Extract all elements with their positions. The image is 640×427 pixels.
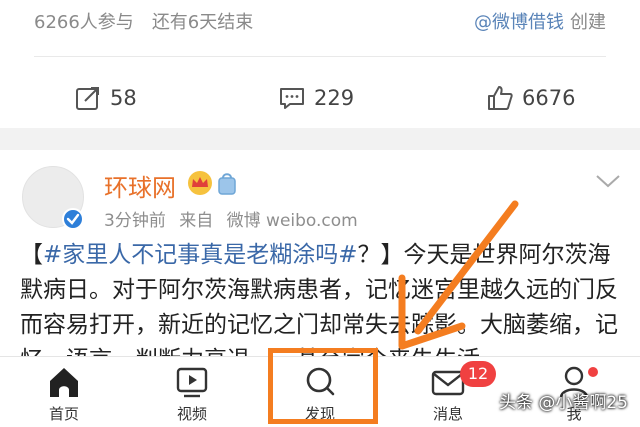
remaining-time: 还有6天结束 bbox=[151, 12, 254, 33]
action-bar: 58 229 6676 bbox=[0, 74, 640, 122]
annotation-arrow bbox=[398, 200, 519, 350]
source-prefix: 来自 bbox=[179, 211, 214, 231]
bag-icon bbox=[218, 173, 236, 195]
thumbs-up-icon bbox=[488, 86, 513, 110]
repost-button[interactable]: 58 bbox=[74, 84, 137, 112]
crown-icon bbox=[188, 171, 212, 195]
divider bbox=[34, 56, 606, 57]
creator-suffix: 创建 bbox=[570, 12, 606, 33]
participants-count: 6266人参与 bbox=[34, 12, 134, 33]
repost-count: 58 bbox=[110, 86, 137, 110]
tab-video-label: 视频 bbox=[176, 405, 207, 423]
video-icon bbox=[176, 367, 208, 398]
post-text[interactable]: 【#家里人不记事真是老糊涂吗#？】今天是世界阿尔茨海默病日。对于阿尔茨海默病患者… bbox=[20, 238, 624, 360]
verified-badge bbox=[62, 208, 84, 230]
post-meta: 3分钟前 来自 微博 weibo.com bbox=[104, 206, 366, 231]
post-time: 3分钟前 bbox=[104, 211, 166, 231]
tab-messages[interactable]: 12 消息 bbox=[408, 361, 496, 424]
chevron-down-icon[interactable] bbox=[594, 172, 622, 190]
check-icon bbox=[66, 213, 80, 225]
notification-dot bbox=[588, 367, 598, 377]
tab-home-label: 首页 bbox=[48, 405, 79, 423]
previous-post-card: 6266人参与 还有6天结束 @微博借钱 创建 58 229 6676 bbox=[0, 0, 640, 128]
messages-badge: 12 bbox=[460, 361, 496, 387]
creator-link[interactable]: @微博借钱 bbox=[474, 8, 564, 34]
poll-meta-row: 6266人参与 还有6天结束 @微博借钱 创建 bbox=[34, 6, 606, 36]
tab-home[interactable]: 首页 bbox=[24, 363, 104, 424]
tab-messages-label: 消息 bbox=[432, 405, 463, 423]
repost-icon bbox=[76, 87, 99, 110]
tab-video[interactable]: 视频 bbox=[152, 363, 232, 424]
like-button[interactable]: 6676 bbox=[486, 84, 575, 112]
post-source: 微博 weibo.com bbox=[226, 211, 358, 231]
author-name[interactable]: 环球网 bbox=[104, 168, 176, 203]
annotation-highlight-box bbox=[268, 348, 378, 424]
home-icon bbox=[50, 368, 78, 397]
bracket-open: 【 bbox=[20, 242, 43, 268]
comment-icon bbox=[280, 88, 304, 109]
like-count: 6676 bbox=[522, 86, 576, 110]
comment-button[interactable]: 229 bbox=[278, 84, 354, 112]
post-card: 环球网 3分钟前 来自 微博 weibo.com 【#家里人不记事真是老糊涂吗#… bbox=[0, 150, 640, 360]
comment-count: 229 bbox=[314, 86, 355, 110]
hashtag-link[interactable]: #家里人不记事真是老糊涂吗# bbox=[43, 242, 358, 268]
weibo-feed-screen: 6266人参与 还有6天结束 @微博借钱 创建 58 229 6676 环球网 … bbox=[0, 0, 640, 427]
watermark: 头条 @小酱啊25 bbox=[498, 393, 628, 413]
